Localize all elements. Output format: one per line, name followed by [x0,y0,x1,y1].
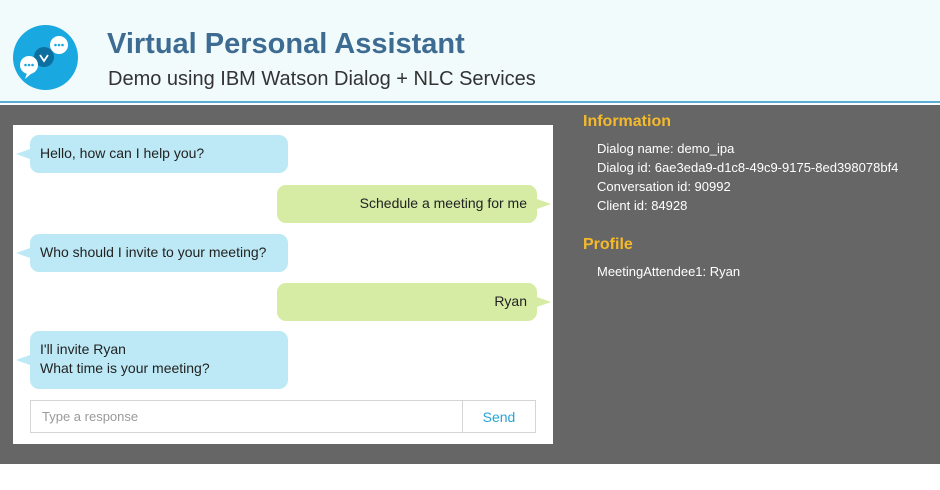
message-text: Hello, how can I help you? [40,145,205,161]
information-heading: Information [583,113,671,130]
app-title: Virtual Personal Assistant [107,28,465,60]
bot-message: Hello, how can I help you? [16,135,288,173]
dialog-id: Dialog id: 6ae3eda9-d1c8-49c9-9175-8ed39… [597,160,899,175]
response-input[interactable] [31,401,462,432]
message-text: Ryan [494,293,527,309]
user-message: Ryan [277,283,551,321]
app-subtitle: Demo using IBM Watson Dialog + NLC Servi… [108,68,536,90]
conversation-id: Conversation id: 90992 [597,179,731,194]
main-panel: Hello, how can I help you? Schedule a me… [0,105,940,464]
chat-bubbles-icon [13,25,78,90]
chat-input-bar: Send [30,400,536,433]
client-id: Client id: 84928 [597,198,688,213]
chat-panel: Hello, how can I help you? Schedule a me… [13,125,553,444]
bot-message: I'll invite Ryan What time is your meeti… [16,331,288,389]
message-text: I'll invite Ryan [40,341,126,357]
message-text: Schedule a meeting for me [359,195,527,211]
message-text: What time is your meeting? [40,360,210,376]
bot-message: Who should I invite to your meeting? [16,234,288,272]
dialog-name: Dialog name: demo_ipa [597,141,735,156]
profile-attendee: MeetingAttendee1: Ryan [597,264,741,279]
send-button[interactable]: Send [463,401,535,432]
user-message: Schedule a meeting for me [277,185,551,223]
message-text: Who should I invite to your meeting? [40,244,267,260]
profile-heading: Profile [583,236,633,253]
app-header: Virtual Personal Assistant Demo using IB… [0,0,940,103]
